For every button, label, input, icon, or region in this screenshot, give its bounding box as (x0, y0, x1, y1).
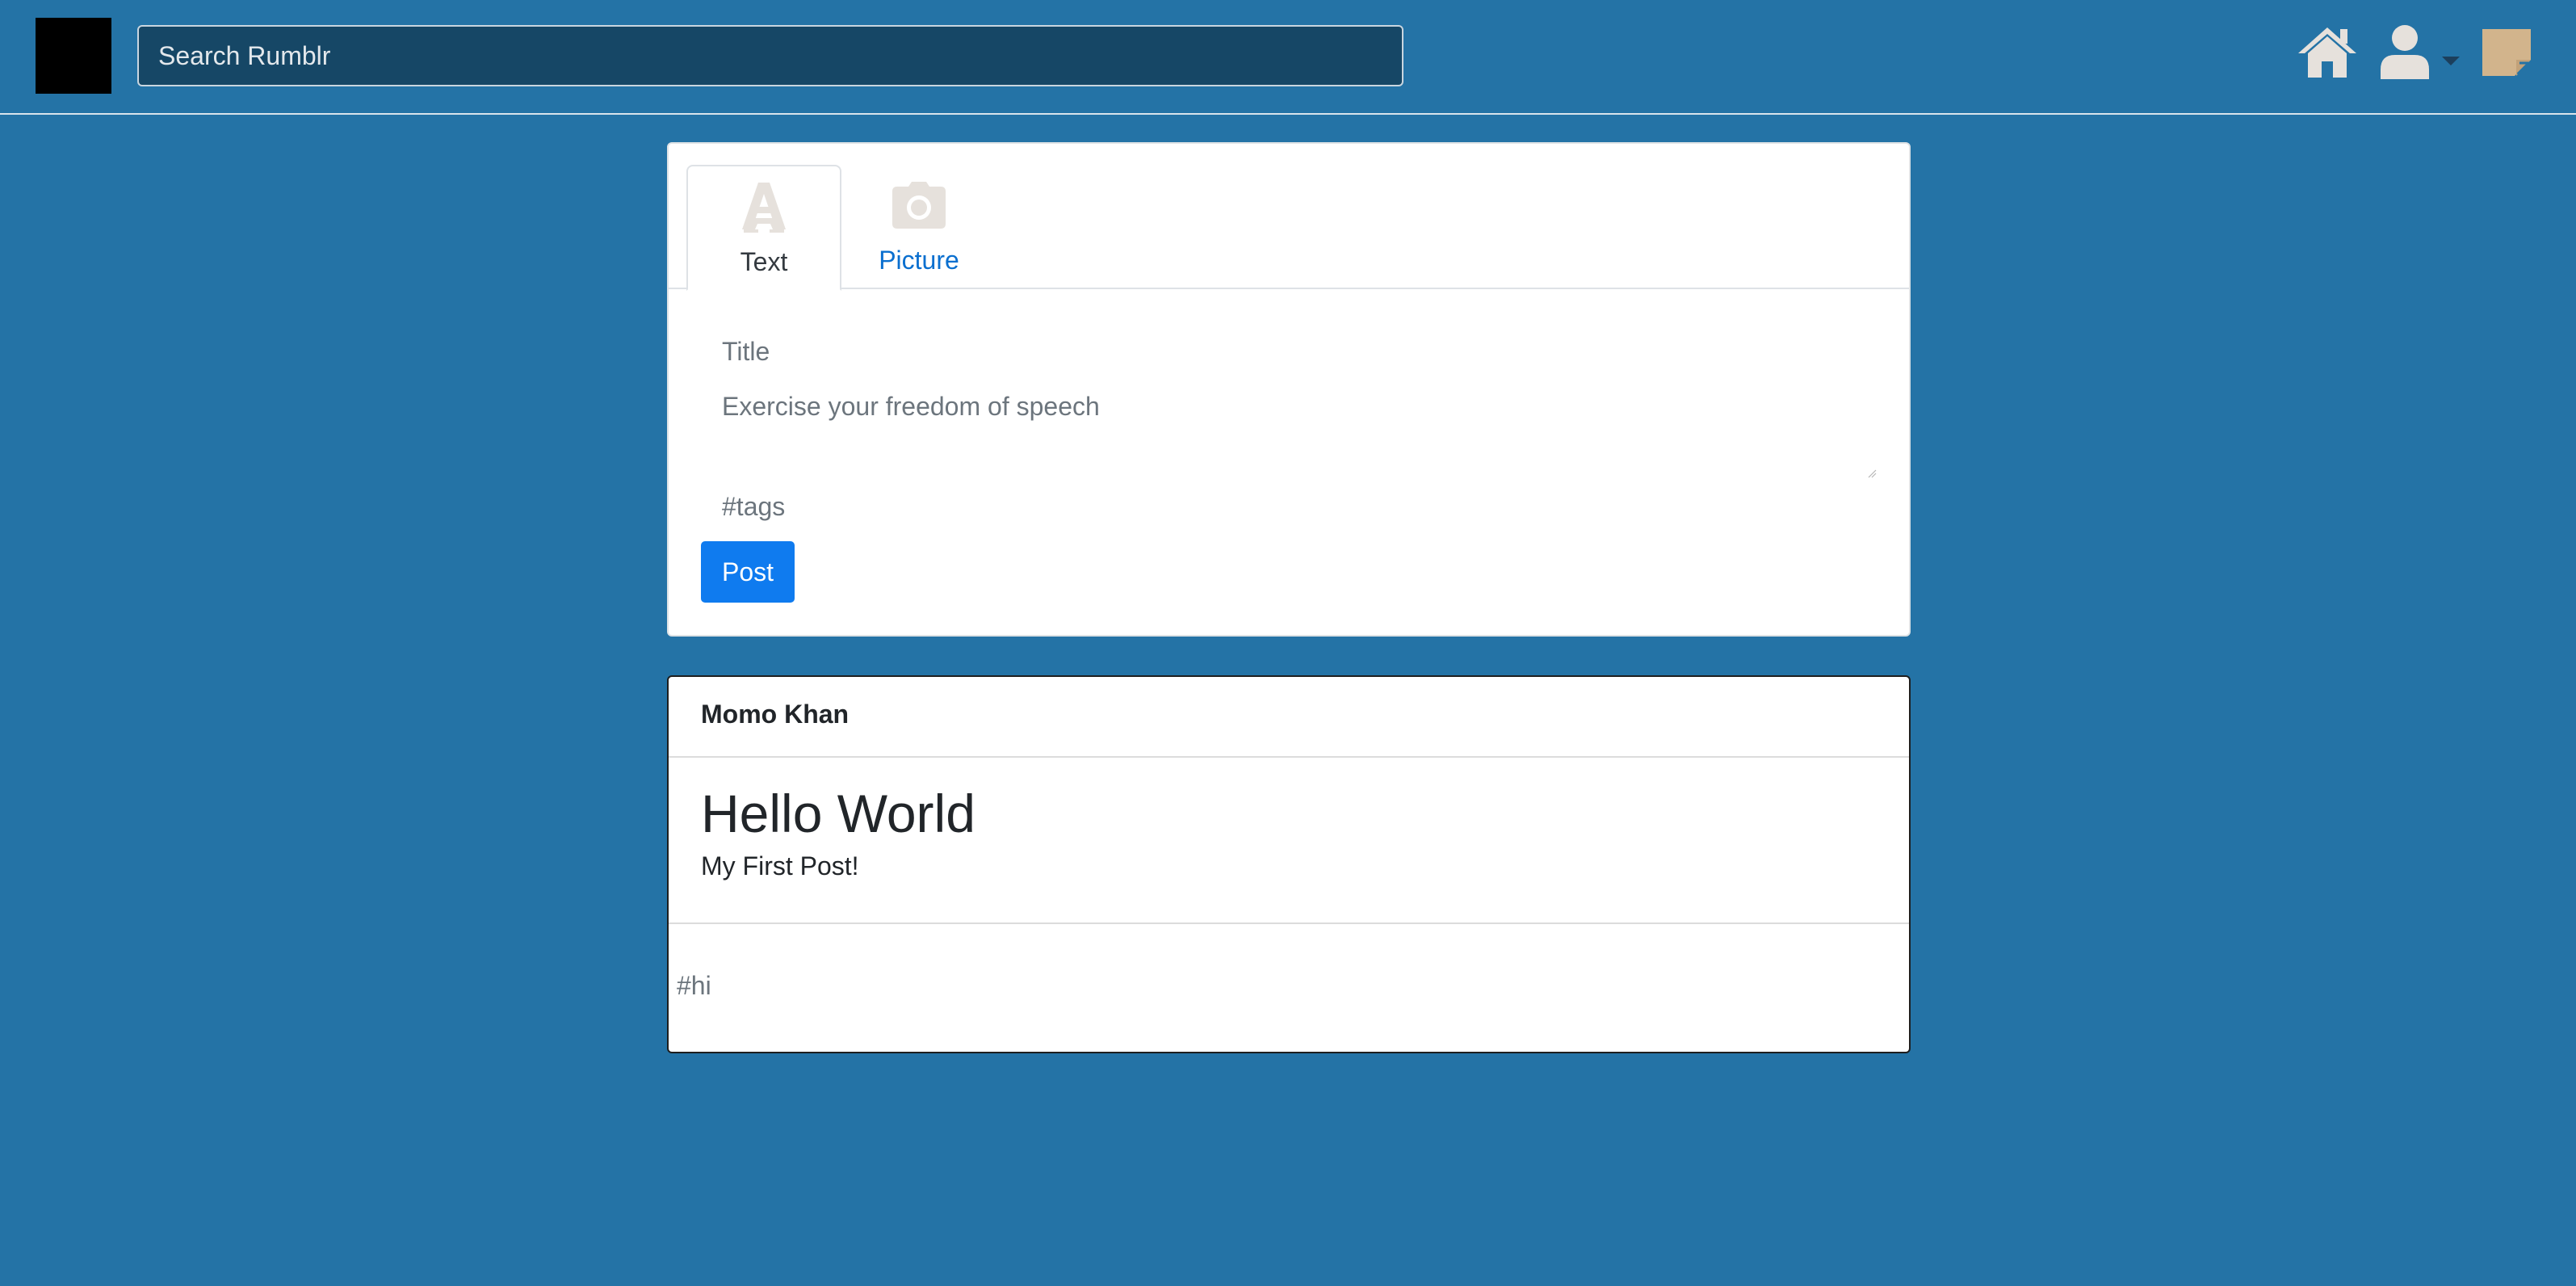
search-input[interactable] (137, 25, 1403, 86)
top-navbar (0, 0, 2576, 115)
resize-grip-icon[interactable] (1867, 469, 1877, 478)
notes-icon[interactable] (2482, 29, 2531, 76)
tab-picture-label: Picture (879, 246, 959, 275)
logo[interactable] (36, 18, 111, 94)
caret-down-icon[interactable] (2442, 57, 2460, 66)
tab-text-label: Text (740, 247, 788, 276)
tab-picture[interactable]: Picture (841, 165, 996, 291)
post-text: My First Post! (701, 851, 859, 880)
post-button[interactable]: Post (701, 541, 795, 603)
composer-tabs: Text Picture (669, 144, 1909, 291)
post-body-textarea[interactable] (722, 389, 1865, 473)
title-input[interactable] (722, 331, 1852, 372)
post-content: Hello World My First Post! (669, 758, 1909, 924)
text-icon (742, 183, 786, 233)
tags-input[interactable] (722, 486, 1852, 527)
post-card: Momo Khan Hello World My First Post! #hi (667, 675, 1911, 1053)
post-composer: Text Picture Post (667, 142, 1911, 637)
post-tag[interactable]: #hi (677, 971, 711, 1001)
tab-text[interactable]: Text (686, 165, 841, 291)
camera-icon (892, 182, 946, 229)
post-header: Momo Khan (669, 677, 1909, 758)
post-author[interactable]: Momo Khan (701, 700, 849, 729)
user-icon[interactable] (2379, 24, 2431, 79)
home-icon[interactable] (2297, 26, 2358, 79)
post-title: Hello World (701, 784, 975, 843)
